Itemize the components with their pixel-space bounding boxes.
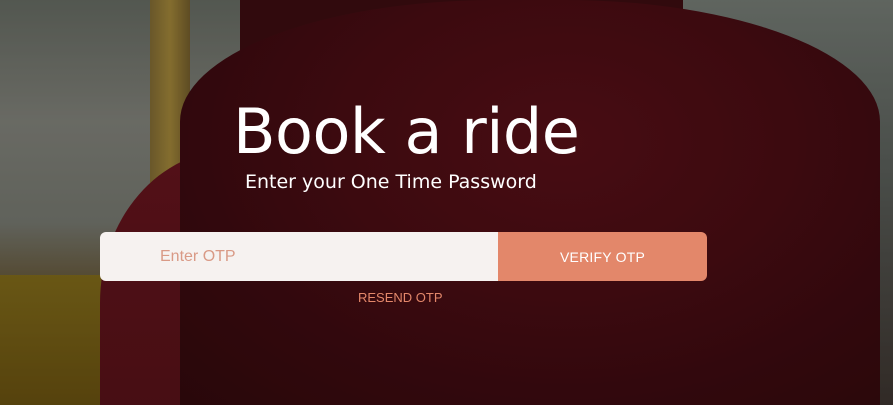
resend-otp-link[interactable]: RESEND OTP [358, 290, 443, 306]
otp-form: VERIFY OTP [100, 232, 707, 281]
page-subtitle: Enter your One Time Password [245, 171, 537, 193]
page-title: Book a ride [233, 95, 580, 168]
verify-otp-button[interactable]: VERIFY OTP [498, 232, 707, 281]
otp-input[interactable] [100, 232, 498, 281]
hero-section: Book a ride Enter your One Time Password… [0, 0, 893, 405]
